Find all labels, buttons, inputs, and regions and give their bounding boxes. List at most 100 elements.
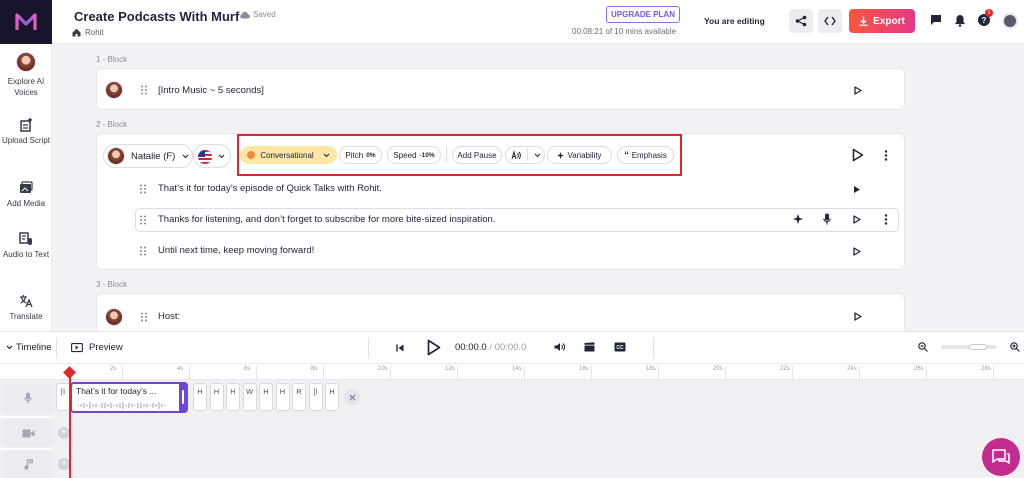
comments-button[interactable] — [930, 14, 942, 26]
sidebar-item-upload-script[interactable]: Upload Script — [0, 118, 52, 146]
captions-icon[interactable]: CC — [614, 342, 626, 352]
ruler-tick-label: 8s — [311, 366, 318, 372]
music-note-icon — [23, 458, 33, 469]
play-icon[interactable] — [853, 247, 861, 256]
chevron-down-icon — [6, 345, 13, 350]
embed-button[interactable] — [818, 9, 842, 33]
drag-handle-icon[interactable] — [140, 85, 148, 95]
zoom-slider[interactable] — [941, 344, 996, 350]
ruler-tick-line — [859, 366, 860, 379]
track-segment[interactable]: [I — [308, 383, 323, 411]
track-segment[interactable]: R — [292, 383, 306, 411]
svg-text:CC: CC — [616, 345, 624, 351]
clip-label: That’s it for today’s ... — [76, 386, 157, 396]
track-segment[interactable]: W — [242, 383, 257, 411]
sidebar-item-label: Translate — [9, 312, 43, 321]
more-options-icon[interactable] — [884, 150, 888, 161]
sidebar-item-audio-to-text[interactable]: Audio to Text — [0, 232, 52, 260]
avatar[interactable] — [105, 81, 123, 99]
add-segment-button[interactable] — [344, 389, 360, 405]
ruler-tick-label: 10s — [378, 366, 388, 372]
comment-icon — [931, 15, 941, 25]
voice-name: Natalie (F) — [131, 151, 176, 162]
chat-support-button[interactable] — [982, 438, 1020, 476]
notifications-button[interactable] — [954, 14, 966, 27]
timeline-toggle[interactable]: Timeline — [6, 342, 52, 353]
track-segment[interactable]: H — [325, 383, 339, 411]
block-card: [Intro Music ~ 5 seconds] — [96, 68, 905, 110]
selected-audio-clip[interactable]: That’s it for today’s ... — [70, 382, 188, 413]
sidebar-item-label: Add Media — [6, 199, 46, 208]
track-segment[interactable]: H — [259, 383, 273, 411]
track-segment[interactable]: H — [226, 383, 240, 411]
playhead[interactable] — [69, 368, 71, 478]
drag-handle-icon[interactable] — [140, 312, 148, 322]
track-segment[interactable]: H — [209, 383, 224, 411]
home-icon — [72, 28, 81, 37]
sparkle-icon[interactable] — [793, 214, 803, 224]
video-track-header — [4, 419, 52, 447]
chat-icon — [992, 449, 1010, 464]
script-line[interactable]: Until next time, keep moving forward! — [158, 245, 314, 256]
export-button[interactable]: Export — [849, 9, 915, 33]
skip-back-icon[interactable] — [396, 344, 404, 352]
export-label: Export — [873, 15, 905, 27]
sidebar-item-label: Upload Script — [1, 136, 51, 145]
microphone-icon[interactable] — [823, 213, 831, 225]
script-line[interactable]: Thanks for listening, and don’t forget t… — [158, 214, 495, 225]
sidebar-item-explore-voices[interactable]: Explore AI Voices — [0, 52, 52, 98]
upload-script-icon — [20, 118, 32, 132]
ruler-tick-line — [725, 366, 726, 379]
upgrade-plan-button[interactable]: UPGRADE PLAN — [606, 6, 680, 23]
play-icon[interactable] — [854, 312, 862, 321]
ruler-tick-line — [256, 366, 257, 379]
user-menu[interactable] — [1002, 13, 1018, 29]
track-segment[interactable]: H — [275, 383, 290, 411]
chevron-down-icon — [218, 154, 225, 159]
accent-selector[interactable] — [193, 144, 231, 168]
play-icon[interactable] — [427, 339, 441, 356]
media-icon — [20, 181, 33, 193]
close-icon — [349, 394, 355, 400]
track-segment[interactable]: H — [193, 383, 207, 411]
ruler-tick-line — [122, 366, 123, 379]
ruler-tick-label: 16s — [579, 366, 589, 372]
sidebar-item-translate[interactable]: Translate — [0, 294, 52, 322]
play-icon[interactable] — [853, 215, 861, 224]
cloud-icon — [240, 11, 250, 19]
play-block-icon[interactable] — [852, 148, 864, 162]
zoom-slider-thumb[interactable] — [969, 344, 987, 350]
breadcrumb[interactable]: Rohit — [72, 28, 104, 37]
zoom-in-icon[interactable] — [1010, 342, 1020, 352]
zoom-out-icon[interactable] — [918, 342, 928, 352]
help-button[interactable]: ? 1 — [977, 9, 993, 27]
music-track — [0, 450, 1024, 478]
clapperboard-icon[interactable] — [584, 342, 595, 352]
play-icon[interactable] — [853, 185, 861, 194]
volume-icon[interactable] — [554, 342, 565, 352]
drag-handle-icon[interactable] — [139, 184, 147, 194]
drag-handle-icon[interactable] — [139, 246, 147, 256]
script-line[interactable]: [Intro Music ~ 5 seconds] — [158, 85, 264, 96]
share-icon — [795, 15, 807, 27]
ruler-tick-label: 4s — [177, 366, 184, 372]
drag-handle-icon[interactable] — [139, 215, 147, 225]
more-options-icon[interactable] — [884, 214, 888, 225]
script-line[interactable]: That’s it for today’s episode of Quick T… — [158, 183, 382, 194]
sidebar-item-add-media[interactable]: Add Media — [0, 181, 52, 209]
project-title[interactable]: Create Podcasts With Murf — [74, 9, 239, 24]
save-status-label: Saved — [253, 10, 276, 19]
murf-logo[interactable] — [0, 0, 52, 44]
video-camera-icon — [22, 429, 34, 437]
ruler-tick-line — [591, 366, 592, 379]
track-segment[interactable]: [I — [56, 383, 70, 411]
video-track — [0, 418, 1024, 448]
voice-selector[interactable]: Natalie (F) — [103, 144, 193, 168]
clip-resize-handle[interactable] — [179, 382, 188, 413]
avatar[interactable] — [105, 308, 123, 326]
divider — [653, 338, 654, 358]
script-line[interactable]: Host: — [158, 311, 180, 322]
preview-button[interactable]: Preview — [71, 342, 123, 353]
play-icon[interactable] — [854, 86, 862, 95]
share-button[interactable] — [789, 9, 813, 33]
